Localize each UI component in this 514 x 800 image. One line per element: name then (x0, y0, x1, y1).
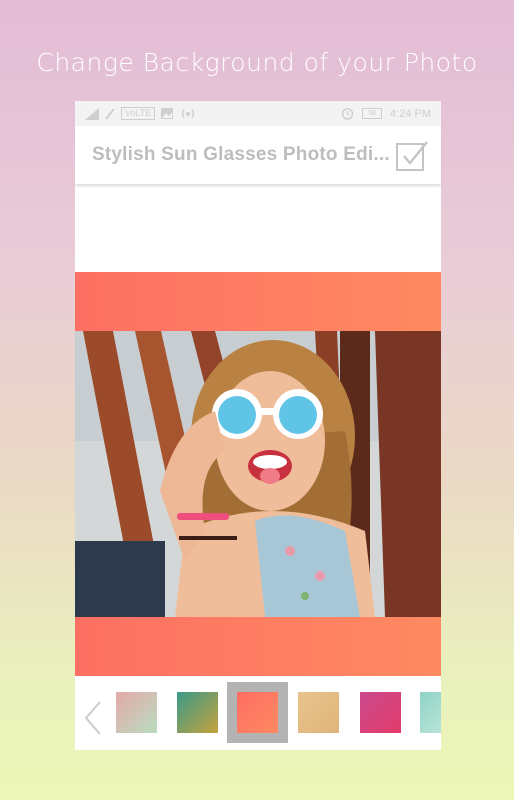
app-toolbar: Stylish Sun Glasses Photo Edi... (75, 126, 441, 184)
wifi-off-icon (105, 107, 115, 120)
promo-title: Change Background of your Photo (36, 48, 478, 77)
edited-photo (75, 331, 441, 617)
status-right: 58 4:24 PM (341, 107, 431, 120)
chevron-left-icon[interactable] (81, 700, 105, 736)
alarm-icon (341, 108, 354, 120)
swatch-rose-sage[interactable] (116, 692, 157, 733)
photo-image (75, 331, 441, 617)
swatch-aqua[interactable] (420, 692, 441, 733)
page-title: Stylish Sun Glasses Photo Edi... (92, 144, 390, 165)
hotspot-icon (182, 109, 195, 118)
swatch-tan[interactable] (298, 692, 339, 733)
image-icon (161, 108, 174, 119)
status-time: 4:24 PM (390, 107, 431, 120)
swatch-teal-gold[interactable] (177, 692, 218, 733)
signal-icon (85, 107, 99, 120)
background-swatch-strip (75, 680, 441, 750)
phone-screen: VoLTE 58 4:24 PM Stylish Sun Glasses Pho… (75, 101, 441, 750)
battery-icon: 58 (362, 108, 383, 119)
swatch-magenta[interactable] (360, 692, 401, 733)
status-bar: VoLTE 58 4:24 PM (75, 101, 441, 126)
check-icon[interactable] (395, 138, 429, 172)
status-left: VoLTE (85, 107, 197, 120)
volte-badge: VoLTE (121, 107, 156, 120)
swatch-coral[interactable] (237, 692, 278, 733)
background-canvas (75, 272, 441, 676)
